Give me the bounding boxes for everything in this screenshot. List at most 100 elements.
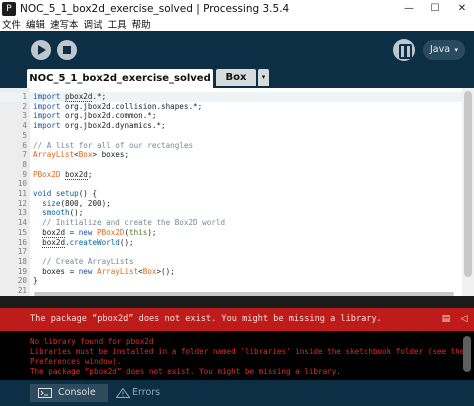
code-line[interactable]: 3 import org.jbox2d.common.*;: [0, 111, 474, 121]
code-text: void setup() {: [33, 189, 98, 198]
code-line[interactable]: 20}: [0, 276, 474, 286]
editor-divider[interactable]: [0, 296, 474, 308]
console-line: The package “pbox2d” does not exist. You…: [30, 367, 341, 376]
line-number: 13: [17, 208, 27, 218]
code-text: // A list for all of our rectangles: [33, 140, 194, 150]
menu-file[interactable]: 文件: [2, 17, 21, 31]
chevron-left-icon[interactable]: ◁: [458, 313, 470, 325]
sketch-tab-bar: NOC_5_1_box2d_exercise_solved Box ▾: [0, 68, 474, 88]
code-text: import org.jbox2d.collision.shapes.*;: [33, 101, 203, 111]
line-number: 9: [22, 169, 27, 179]
toolbar: Java ▾: [0, 31, 474, 68]
code-text: box2d.createWorld();: [42, 237, 134, 248]
code-line[interactable]: 2 import org.jbox2d.collision.shapes.*;: [0, 102, 474, 112]
close-icon[interactable]: ✕: [450, 0, 474, 17]
window-titlebar: P NOC_5_1_box2d_exercise_solved | Proces…: [0, 0, 474, 17]
code-line[interactable]: 13 smooth();: [0, 208, 474, 218]
console-line: Preferences window).: [30, 357, 122, 366]
line-number: 16: [17, 237, 27, 247]
menu-debug[interactable]: 调试: [84, 17, 103, 31]
tab-console[interactable]: Console: [30, 384, 108, 402]
menu-sketch[interactable]: 速写本: [50, 17, 79, 31]
code-text: import org.jbox2d.common.*;: [33, 111, 157, 121]
code-editor[interactable]: 1 import pbox2d.*; 2 import org.jbox2d.coll…: [0, 88, 474, 296]
tab-box[interactable]: Box: [216, 69, 256, 86]
code-line[interactable]: 18 // Create ArrayLists: [0, 257, 474, 267]
tab-errors-label: Errors: [132, 387, 161, 398]
line-number: 5: [22, 130, 27, 140]
line-number: 17: [17, 247, 27, 257]
butterfly-icon[interactable]: [393, 39, 415, 61]
line-number: 7: [22, 150, 27, 160]
line-number: 19: [17, 266, 27, 276]
line-number: 14: [17, 218, 27, 228]
code-text: box2d = new PBox2D(this);: [42, 227, 157, 238]
vertical-scrollbar-thumb[interactable]: [464, 91, 472, 277]
processing-icon: P: [2, 1, 16, 16]
code-line[interactable]: 5: [0, 131, 474, 141]
code-text: size(800, 200);: [42, 198, 111, 208]
mode-selector-button[interactable]: Java ▾: [423, 40, 465, 60]
line-number: 3: [22, 111, 27, 121]
console-output: No library found for pbox2d Libraries mu…: [0, 331, 474, 380]
clipboard-icon[interactable]: ▤: [440, 313, 452, 325]
code-text: PBox2D box2d;: [33, 169, 93, 180]
code-line[interactable]: 14 // Initialize and create the Box2D wo…: [0, 218, 474, 228]
code-line[interactable]: 1 import pbox2d.*;: [0, 92, 474, 102]
error-status-bar: The package “pbox2d” does not exist. You…: [0, 308, 474, 331]
code-line[interactable]: 7 ArrayList<Box> boxes;: [0, 150, 474, 160]
menu-tools[interactable]: 工具: [108, 17, 127, 31]
line-number: 12: [17, 198, 27, 208]
code-line[interactable]: 4 import org.jbox2d.dynamics.*;: [0, 121, 474, 131]
code-text: import org.jbox2d.dynamics.*;: [33, 121, 166, 131]
line-number: 1: [22, 92, 27, 101]
status-message: The package “pbox2d” does not exist. You…: [30, 314, 382, 324]
code-line[interactable]: 9 PBox2D box2d;: [0, 169, 474, 180]
code-line[interactable]: 16 box2d.createWorld();: [0, 237, 474, 248]
menu-bar: 文件 编辑 速写本 调试 工具 帮助: [0, 17, 474, 31]
console-icon: [38, 388, 52, 398]
line-number: 8: [22, 159, 27, 169]
code-line[interactable]: 8: [0, 160, 474, 170]
line-number: 21: [17, 286, 27, 295]
tab-console-label: Console: [58, 387, 96, 398]
window-title: NOC_5_1_box2d_exercise_solved | Processi…: [20, 2, 290, 15]
code-text: import pbox2d.*;: [33, 92, 107, 102]
console-line: Libraries must be installed in a folder …: [30, 347, 465, 356]
line-number: 2: [22, 101, 27, 111]
tab-errors[interactable]: Errors: [108, 384, 180, 402]
code-line[interactable]: 17: [0, 247, 474, 257]
console-scrollbar-thumb[interactable]: [463, 336, 471, 372]
line-number: 4: [22, 121, 27, 131]
menu-edit[interactable]: 编辑: [26, 17, 45, 31]
play-icon[interactable]: [31, 40, 51, 60]
chevron-down-icon: ▾: [454, 46, 458, 54]
code-text: smooth();: [42, 208, 84, 218]
line-number: 15: [17, 227, 27, 237]
console-line: No library found for pbox2d: [30, 337, 154, 346]
code-text: ArrayList<Box> boxes;: [33, 150, 130, 160]
code-line[interactable]: 11 void setup() {: [0, 189, 474, 199]
code-text: // Create ArrayLists: [33, 256, 134, 266]
warning-icon: [116, 388, 130, 398]
code-line[interactable]: 15 box2d = new PBox2D(this);: [0, 227, 474, 238]
tab-main-sketch[interactable]: NOC_5_1_box2d_exercise_solved: [27, 69, 213, 88]
mode-label: Java: [430, 44, 451, 55]
line-number: 18: [17, 256, 27, 266]
code-line[interactable]: 6 // A list for all of our rectangles: [0, 141, 474, 151]
line-number: 20: [17, 276, 27, 286]
tab-menu-arrow-icon[interactable]: ▾: [258, 69, 269, 86]
code-text: // Initialize and create the Box2D world: [33, 218, 226, 228]
line-number: 11: [17, 189, 27, 198]
maximize-icon[interactable]: ☐: [423, 0, 447, 17]
code-line[interactable]: 12 size(800, 200);: [0, 199, 474, 209]
code-text: boxes = new ArrayList<Box>();: [33, 266, 175, 276]
line-number: 6: [22, 140, 27, 150]
code-line[interactable]: 19 boxes = new ArrayList<Box>();: [0, 267, 474, 277]
stop-icon[interactable]: [57, 40, 77, 60]
menu-help[interactable]: 帮助: [132, 17, 151, 31]
code-line[interactable]: 10: [0, 179, 474, 189]
code-text: }: [33, 276, 38, 286]
minimize-icon[interactable]: —: [397, 0, 421, 17]
console-tab-bar: Console Errors: [0, 380, 474, 406]
